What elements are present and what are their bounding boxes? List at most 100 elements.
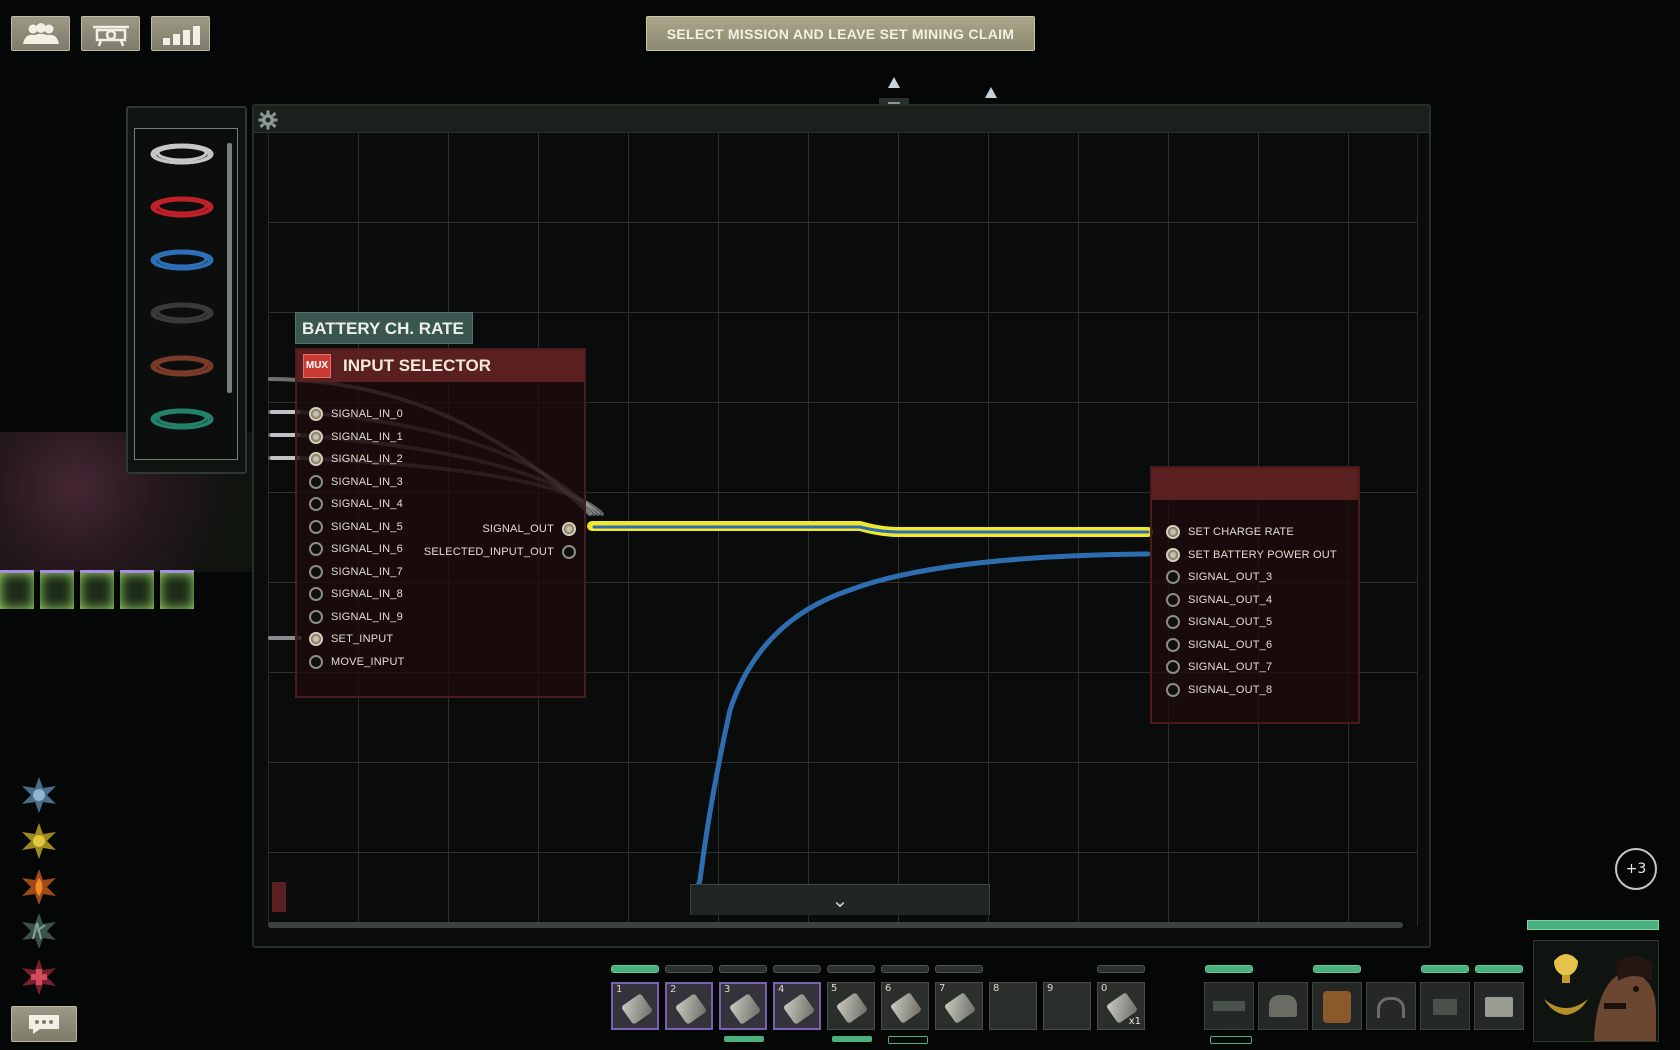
notification-badge[interactable]: +3 <box>1615 848 1657 890</box>
battery-pin[interactable]: SIGNAL_OUT_6 <box>1166 636 1272 654</box>
selector-output-pin[interactable]: SIGNAL_OUT <box>482 520 576 538</box>
hotbar-slot-bar <box>881 965 929 973</box>
hotbar-slot-bar <box>665 965 713 973</box>
hotbar-slot[interactable]: 8 <box>989 982 1037 1030</box>
selector-input-pin[interactable]: SIGNAL_IN_6 <box>309 540 403 558</box>
pin-label: MOVE_INPUT <box>331 655 405 668</box>
pin-connector-icon[interactable] <box>309 497 323 511</box>
hotbar-slot[interactable]: 3 <box>719 982 767 1030</box>
equipment-slot-head[interactable] <box>1258 982 1308 1030</box>
pin-connector-icon[interactable] <box>309 654 323 669</box>
selector-input-pin[interactable]: SIGNAL_IN_4 <box>309 495 403 513</box>
pin-connector-icon[interactable] <box>1166 570 1180 584</box>
pin-label: SIGNAL_IN_6 <box>331 543 403 555</box>
selector-input-pin[interactable]: SIGNAL_IN_1 <box>309 428 403 446</box>
pin-label: SIGNAL_IN_3 <box>331 475 403 488</box>
wrench-icon <box>674 993 708 1025</box>
pin-label: SIGNAL_OUT_7 <box>1188 661 1273 673</box>
pin-connector-icon[interactable] <box>309 587 323 601</box>
pin-connector-icon[interactable] <box>309 632 323 646</box>
pin-connector-icon[interactable] <box>1166 660 1180 674</box>
battery-pin[interactable]: SIGNAL_OUT_3 <box>1166 568 1272 586</box>
input-selector-header[interactable]: MUX INPUT SELECTOR <box>297 350 584 382</box>
character-portrait[interactable] <box>1533 940 1659 1042</box>
battery-pin[interactable]: SIGNAL_OUT_7 <box>1166 658 1272 676</box>
hotbar-slot-number: 7 <box>939 983 946 994</box>
equipment-slot-hands[interactable] <box>1420 982 1470 1030</box>
status-icon-yellow <box>22 823 56 859</box>
hotbar-slot[interactable]: 0 x1 <box>1097 982 1145 1030</box>
pin-connector-icon[interactable] <box>309 452 323 466</box>
hotbar-slot-number: 9 <box>1047 983 1054 994</box>
hotbar-slot-bar <box>611 965 659 973</box>
selector-input-pin[interactable]: SIGNAL_IN_7 <box>309 563 403 581</box>
battery-pin[interactable]: SET CHARGE RATE <box>1166 523 1294 541</box>
pin-label: SIGNAL_IN_7 <box>331 565 403 578</box>
hotbar-slot-number: 1 <box>616 984 623 995</box>
battery-pin[interactable]: SIGNAL_OUT_8 <box>1166 681 1272 699</box>
selector-input-pin[interactable]: SET_INPUT <box>309 630 393 648</box>
screwdriver-icon <box>620 993 654 1025</box>
pin-label: SIGNAL_IN_1 <box>331 430 403 443</box>
collapse-editor-button[interactable]: ⌄ <box>690 884 990 915</box>
pin-label: SIGNAL_OUT_8 <box>1188 683 1273 696</box>
chat-button[interactable] <box>11 1006 77 1042</box>
status-icon-skill <box>22 913 56 949</box>
pin-connector-icon[interactable] <box>309 542 323 556</box>
hotbar-slot[interactable]: 2 <box>665 982 713 1030</box>
equipment-slot-body[interactable] <box>1312 982 1362 1030</box>
pin-connector-icon[interactable] <box>1166 525 1180 539</box>
status-icon-medical <box>22 959 56 995</box>
hotbar-slot-bar <box>1097 965 1145 973</box>
flashlight-icon <box>889 992 923 1024</box>
hotbar-slot[interactable]: 5 <box>827 982 875 1030</box>
hotbar-slot[interactable]: 1 <box>611 982 659 1030</box>
pin-connector-icon[interactable] <box>562 544 576 559</box>
status-icon-fire <box>22 869 56 905</box>
selector-input-pin[interactable]: SIGNAL_IN_8 <box>309 585 403 603</box>
battery-rate-label-component[interactable]: BATTERY CH. RATE <box>295 312 473 344</box>
selector-output-pin[interactable]: SELECTED_INPUT_OUT <box>424 543 576 561</box>
pin-label: SELECTED_INPUT_OUT <box>423 545 554 558</box>
equipment-slot-id-card[interactable] <box>1474 982 1524 1030</box>
hotbar-slot-bar <box>773 965 821 973</box>
watering-can-icon <box>943 992 977 1024</box>
pin-connector-icon[interactable] <box>1166 547 1180 562</box>
equipment-bar <box>1313 965 1361 973</box>
hotbar-slot[interactable]: 6 <box>881 982 929 1030</box>
battery-pin[interactable]: SIGNAL_OUT_4 <box>1166 591 1272 609</box>
input-selector-component[interactable]: MUX INPUT SELECTOR SIGNAL_IN_0 SIGNAL_IN_… <box>295 348 586 698</box>
hotbar-slot-number: 6 <box>885 983 892 994</box>
pin-connector-icon[interactable] <box>1166 615 1180 629</box>
hotbar-slot[interactable]: 9 <box>1043 982 1091 1030</box>
selector-input-pin[interactable]: MOVE_INPUT <box>309 653 405 671</box>
battery-component[interactable]: SET CHARGE RATE SET BATTERY POWER OUT SIGN… <box>1150 466 1360 724</box>
battery-component-title <box>1152 474 1160 493</box>
notification-count: +3 <box>1625 861 1647 877</box>
pin-connector-icon[interactable] <box>1166 682 1180 697</box>
pin-connector-icon[interactable] <box>562 522 576 536</box>
equipment-slot-headset[interactable] <box>1366 982 1416 1030</box>
equipment-slot-weapon[interactable] <box>1204 982 1254 1030</box>
battery-component-header[interactable] <box>1152 468 1358 500</box>
hotbar-slot[interactable]: 4 <box>773 982 821 1030</box>
pin-label: SET_INPUT <box>331 633 394 645</box>
battery-pin[interactable]: SIGNAL_OUT_5 <box>1166 613 1272 631</box>
selector-input-pin[interactable]: SIGNAL_IN_0 <box>309 405 403 423</box>
pin-connector-icon[interactable] <box>309 519 323 534</box>
selector-input-pin[interactable]: SIGNAL_IN_5 <box>309 518 403 536</box>
pin-connector-icon[interactable] <box>309 609 323 624</box>
selector-input-pin[interactable]: SIGNAL_IN_2 <box>309 450 403 468</box>
hotbar-slot-bar <box>719 965 767 973</box>
selector-input-pin[interactable]: SIGNAL_IN_9 <box>309 608 403 626</box>
pin-connector-icon[interactable] <box>309 474 323 489</box>
pin-connector-icon[interactable] <box>309 564 323 579</box>
pin-connector-icon[interactable] <box>309 407 323 421</box>
pin-label: SIGNAL_OUT <box>482 523 554 535</box>
pin-connector-icon[interactable] <box>1166 592 1180 607</box>
pin-connector-icon[interactable] <box>1166 637 1180 652</box>
battery-pin[interactable]: SET BATTERY POWER OUT <box>1166 546 1337 564</box>
pin-connector-icon[interactable] <box>309 429 323 444</box>
hotbar-slot[interactable]: 7 <box>935 982 983 1030</box>
selector-input-pin[interactable]: SIGNAL_IN_3 <box>309 473 403 491</box>
